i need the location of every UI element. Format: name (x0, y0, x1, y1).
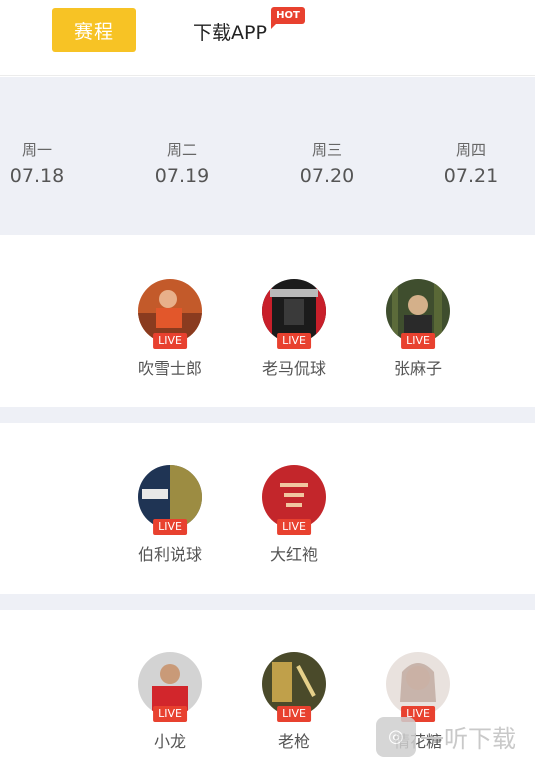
tab-schedule[interactable]: 赛程 (52, 8, 136, 52)
date-item-0718[interactable]: 周一 07.18 (0, 139, 77, 187)
host-card[interactable]: LIVE 大红袍 (239, 465, 349, 565)
date-label: 07.20 (299, 165, 355, 187)
host-name: 吹雪士郎 (137, 359, 202, 378)
live-badge: LIVE (277, 519, 311, 535)
live-badge: LIVE (401, 333, 435, 349)
host-name: 大红袍 (269, 545, 318, 564)
date-selector: 周一 07.18 周二 07.19 周三 07.20 周四 07.21 (0, 77, 535, 235)
weekday-label: 周三 (311, 141, 342, 159)
watermark-logo-icon: ◎ (376, 716, 416, 757)
avatar: LIVE (138, 652, 202, 722)
host-row: LIVE 伯利说球 LIVE 大红袍 (0, 423, 535, 594)
hot-badge: HOT (271, 7, 305, 29)
avatar: LIVE (262, 652, 326, 722)
avatar: LIVE (138, 279, 202, 349)
top-bar: 赛程 下载APP HOT (0, 0, 535, 76)
live-badge: LIVE (153, 706, 187, 722)
tab-download-app[interactable]: 下载APP (193, 18, 267, 45)
avatar: LIVE (386, 652, 450, 722)
live-badge: LIVE (153, 519, 187, 535)
date-label: 07.21 (443, 165, 499, 187)
avatar: LIVE (386, 279, 450, 349)
avatar: LIVE (138, 465, 202, 535)
host-card[interactable]: LIVE 吹雪士郎 (115, 279, 225, 379)
date-item-0720[interactable]: 周三 07.20 (287, 139, 367, 187)
date-item-0719[interactable]: 周二 07.19 (142, 139, 222, 187)
avatar: LIVE (262, 279, 326, 349)
row-separator (0, 594, 535, 610)
host-card[interactable]: LIVE 张麻子 (363, 279, 473, 379)
host-row: LIVE 吹雪士郎 LIVE 老马侃球 LIVE 张麻子 (0, 236, 535, 407)
date-label: 07.18 (9, 165, 65, 187)
weekday-label: 周四 (455, 141, 486, 159)
date-item-0721[interactable]: 周四 07.21 (431, 139, 511, 187)
host-name: 老枪 (277, 732, 310, 751)
host-name: 老马侃球 (261, 359, 326, 378)
live-badge: LIVE (277, 706, 311, 722)
host-card[interactable]: LIVE 伯利说球 (115, 465, 225, 565)
date-label: 07.19 (154, 165, 210, 187)
weekday-label: 周一 (21, 141, 52, 159)
row-separator (0, 407, 535, 423)
avatar: LIVE (262, 465, 326, 535)
weekday-label: 周二 (166, 141, 197, 159)
host-name: 伯利说球 (137, 545, 202, 564)
host-card[interactable]: LIVE 小龙 (115, 652, 225, 752)
host-name: 张麻子 (393, 359, 442, 378)
watermark-text: 一听下载 (420, 725, 516, 753)
host-card[interactable]: LIVE 老枪 (239, 652, 349, 752)
live-badge: LIVE (277, 333, 311, 349)
host-card[interactable]: LIVE 老马侃球 (239, 279, 349, 379)
live-badge: LIVE (153, 333, 187, 349)
host-name: 小龙 (153, 732, 186, 751)
watermark: ◎ 一听下载 (376, 715, 535, 758)
